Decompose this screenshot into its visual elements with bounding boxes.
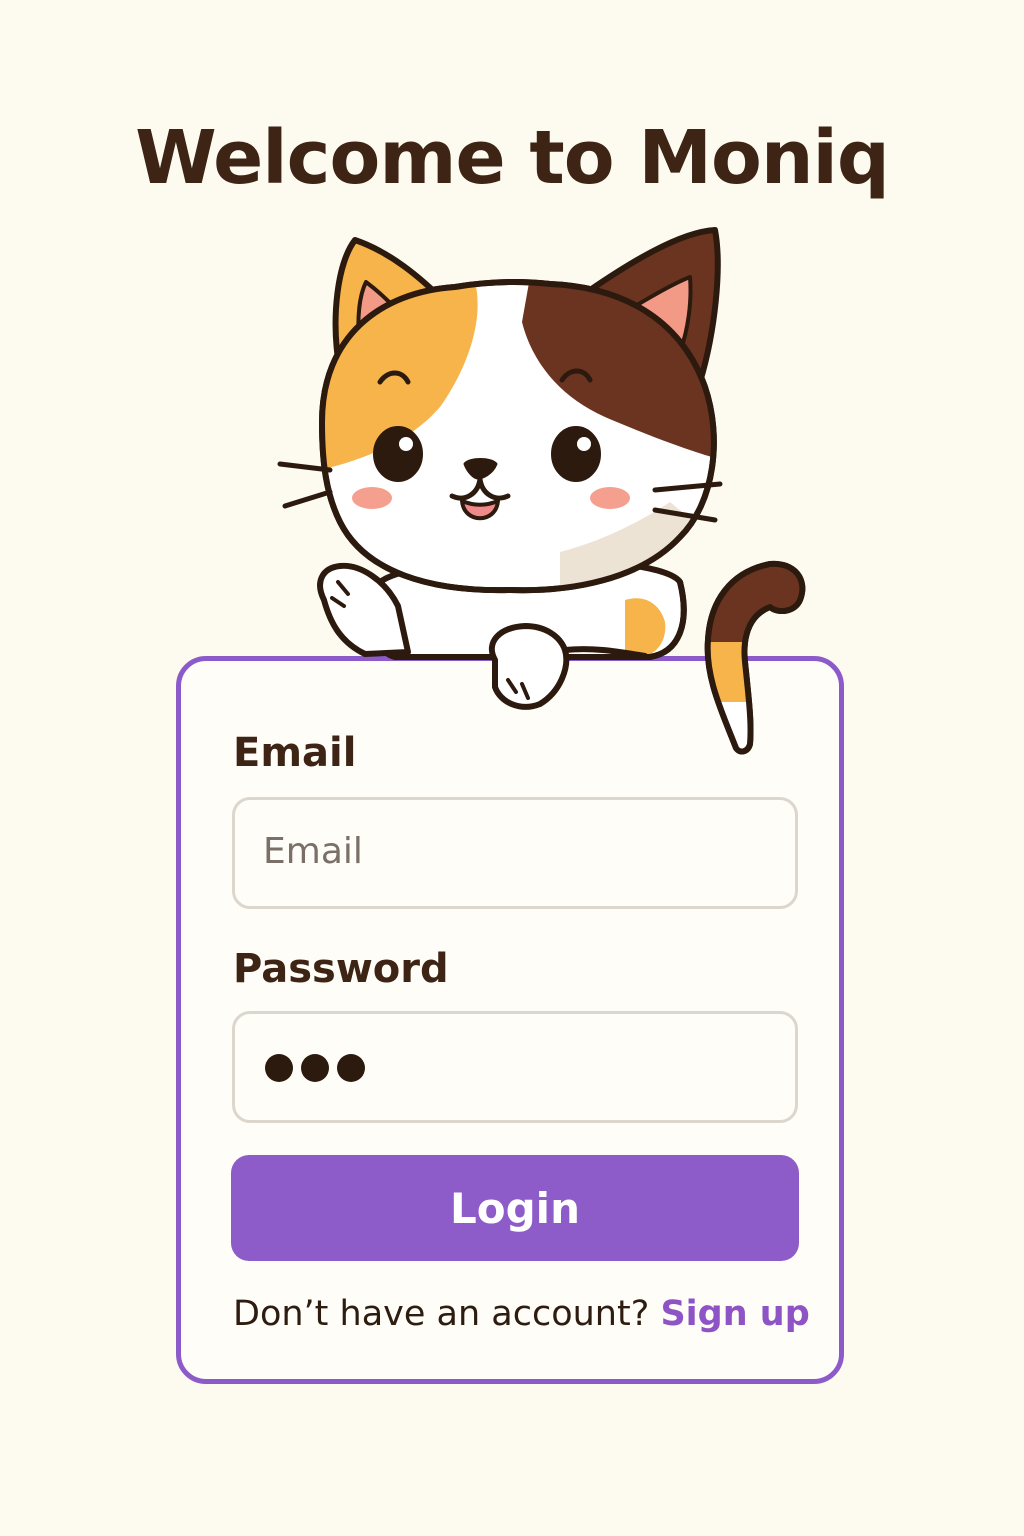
password-dot (265, 1054, 293, 1082)
page-title: Welcome to Moniq (135, 115, 890, 201)
calico-cat-mascot-icon (277, 227, 806, 755)
password-field[interactable] (232, 1011, 798, 1123)
login-card: Email Email Password Login Don’t have an… (176, 656, 844, 1384)
email-field[interactable]: Email (232, 797, 798, 909)
signup-link[interactable]: Sign up (660, 1294, 809, 1334)
password-dot (337, 1054, 365, 1082)
password-dot (301, 1054, 329, 1082)
password-mask (265, 1054, 365, 1082)
signup-prompt-line: Don’t have an account? Sign up (233, 1297, 810, 1332)
password-label: Password (233, 946, 449, 992)
signup-prompt: Don’t have an account? (233, 1294, 650, 1334)
login-button[interactable]: Login (231, 1155, 799, 1261)
email-placeholder: Email (263, 831, 363, 872)
